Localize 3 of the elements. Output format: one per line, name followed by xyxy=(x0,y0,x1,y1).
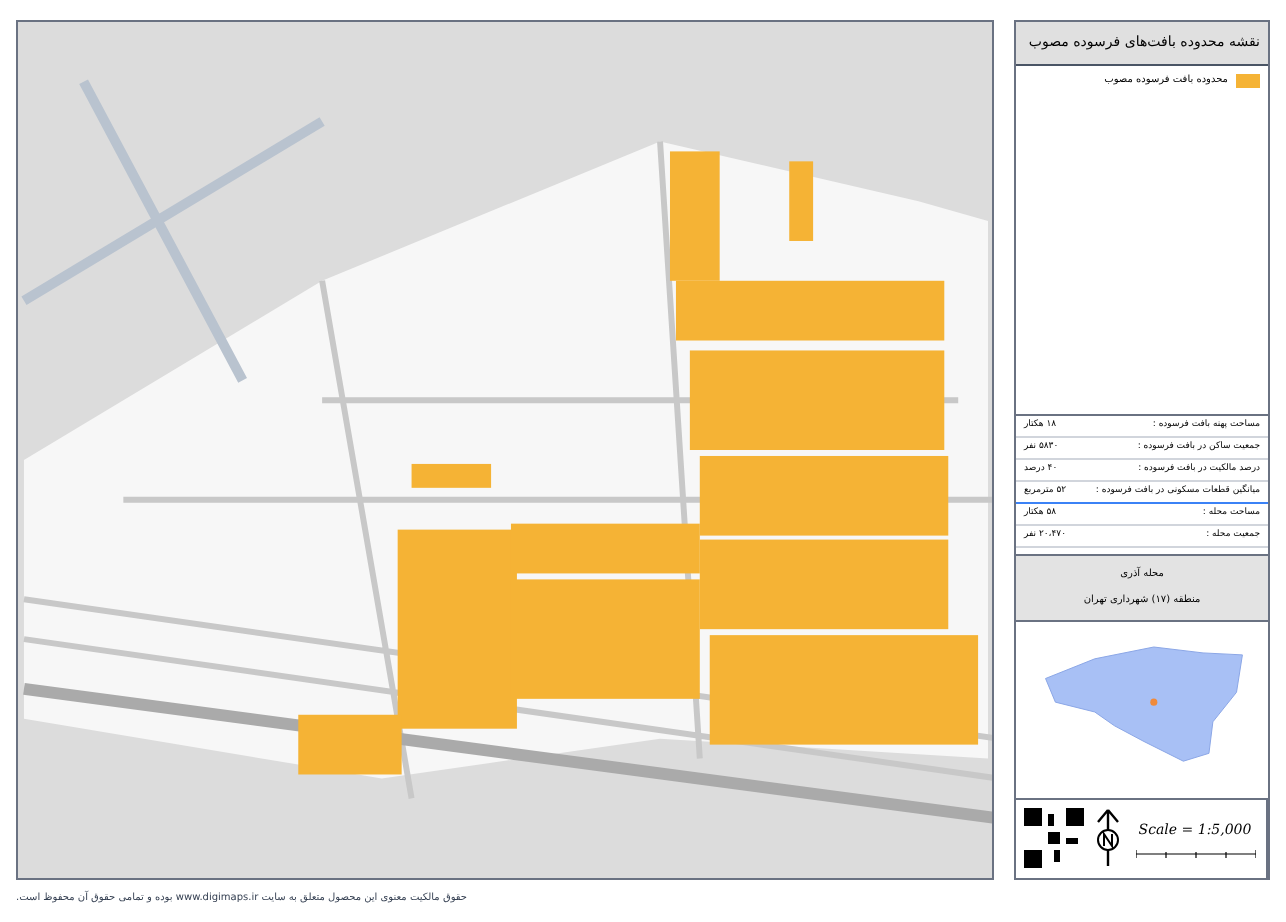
scale-bar-icon xyxy=(1135,848,1255,859)
north-arrow-icon xyxy=(1092,808,1124,868)
qr-code-icon xyxy=(1024,808,1084,868)
